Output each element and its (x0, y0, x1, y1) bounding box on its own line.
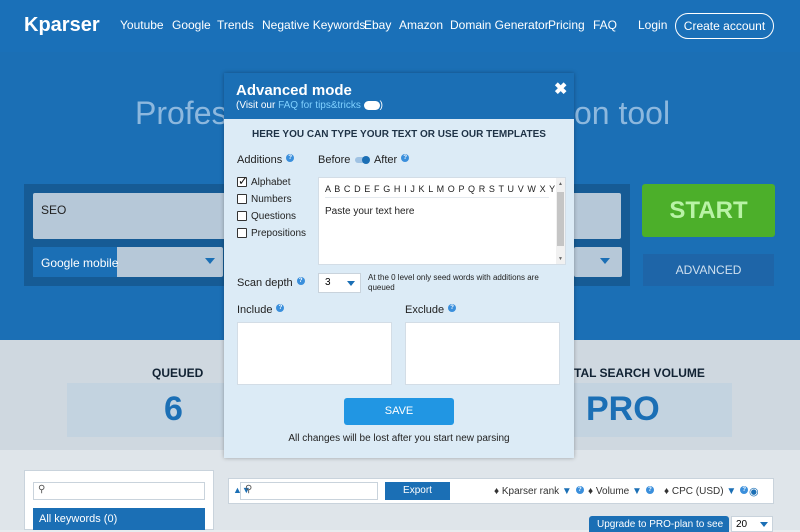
nav-youtube[interactable]: Youtube (120, 18, 164, 32)
before-after-toggle-row: Before After? (318, 154, 410, 166)
checkbox-questions[interactable] (237, 211, 247, 222)
help-icon: ? (645, 486, 654, 494)
eye-icon[interactable]: ◉ (749, 485, 759, 498)
all-keywords-item[interactable]: All keywords (0) (33, 508, 205, 530)
scan-depth-note: At the 0 level only seed words with addi… (368, 273, 539, 292)
queued-stat-box (67, 383, 227, 437)
help-icon: ? (740, 486, 749, 494)
option-numbers[interactable]: Numbers (237, 194, 292, 205)
template-textarea[interactable]: A B C D E F G H I J K L M O P Q R S T U … (318, 177, 566, 265)
scroll-up-icon[interactable]: ▲ (558, 181, 563, 187)
help-icon: ? (575, 486, 584, 494)
create-account-button[interactable]: Create account (675, 13, 774, 39)
checkbox-numbers[interactable] (237, 194, 247, 205)
help-icon[interactable]: ? (296, 277, 305, 285)
search-volume-value: PRO (586, 390, 660, 428)
nav-google[interactable]: Google (172, 18, 211, 32)
dialog-subtitle: (Visit our FAQ for tips&tricks ) (236, 100, 383, 111)
advanced-button[interactable]: ADVANCED (643, 254, 774, 286)
save-button[interactable]: SAVE (344, 398, 454, 425)
textarea-placeholder: Paste your text here (325, 206, 415, 217)
help-icon[interactable]: ? (286, 154, 295, 162)
scroll-down-icon[interactable]: ▼ (558, 256, 563, 262)
export-button[interactable]: Export (385, 482, 450, 500)
column-kparser-rank[interactable]: ♦ Kparser rank ▼? (494, 486, 584, 497)
dialog-title: Advanced mode (236, 82, 352, 99)
before-after-toggle[interactable] (355, 156, 371, 165)
scan-depth-label: Scan depth? (237, 277, 305, 289)
checkbox-prepositions[interactable] (237, 228, 247, 239)
kparser-logo[interactable]: Kparser (24, 14, 100, 37)
engine-select[interactable]: Google mobile (33, 247, 223, 277)
queued-value: 6 (164, 390, 183, 428)
chevron-down-icon (347, 281, 355, 286)
textarea-scrollbar[interactable]: ▲ ▼ (556, 178, 565, 264)
group-search-input[interactable]: ⚲ (33, 482, 205, 500)
exclude-label: Exclude? (405, 304, 457, 316)
start-button[interactable]: START (642, 184, 775, 237)
include-textarea[interactable] (237, 322, 392, 385)
dialog-footer-note: All changes will be lost after you start… (288, 433, 510, 444)
checkbox-alphabet[interactable] (237, 174, 248, 188)
chevron-down-icon (205, 258, 215, 264)
option-prepositions[interactable]: Prepositions (237, 228, 306, 239)
chevron-down-icon (600, 258, 610, 264)
option-questions[interactable]: Questions (237, 211, 296, 222)
sort-icon: ♦ (588, 486, 596, 497)
queued-label: QUEUED (152, 366, 204, 380)
help-icon[interactable]: ? (401, 154, 410, 162)
filter-icon: ▼ (559, 486, 572, 497)
nav-ebay[interactable]: Ebay (364, 18, 391, 32)
filter-icon: ▼ (629, 486, 642, 497)
nav-pricing[interactable]: Pricing (548, 18, 585, 32)
close-icon[interactable]: ✖ (554, 79, 567, 99)
include-label: Include? (237, 304, 285, 316)
chevron-down-icon (760, 522, 768, 527)
exclude-textarea[interactable] (405, 322, 560, 385)
search-icon: ⚲ (245, 484, 253, 495)
textarea-divider (325, 197, 549, 198)
chat-bubble-icon (363, 100, 380, 110)
scan-depth-select[interactable]: 3 (318, 273, 361, 293)
engine-select-value: Google mobile (33, 247, 118, 277)
alphabet-template: A B C D E F G H I J K L M O P Q R S T U … (325, 184, 565, 194)
additions-label: Additions? (237, 154, 295, 166)
column-cpc[interactable]: ♦ CPC (USD) ▼? (664, 486, 749, 497)
help-icon[interactable]: ? (448, 304, 457, 312)
results-search-input[interactable]: ⚲ (240, 482, 378, 500)
nav-faq[interactable]: FAQ (593, 18, 617, 32)
nav-negative-keywords[interactable]: Negative Keywords (262, 18, 365, 32)
hero-title-left: Profes (135, 95, 228, 131)
region-select[interactable] (574, 247, 622, 277)
nav-amazon[interactable]: Amazon (399, 18, 443, 32)
help-icon[interactable]: ? (276, 304, 285, 312)
nav-domain-generator[interactable]: Domain Generator (450, 18, 549, 32)
hero-title-right: on tool (574, 95, 671, 131)
column-volume[interactable]: ♦ Volume ▼? (588, 486, 654, 497)
search-volume-label: TAL SEARCH VOLUME (574, 366, 705, 380)
faq-link[interactable]: FAQ for tips&tricks (278, 100, 361, 111)
advanced-mode-dialog: Advanced mode (Visit our FAQ for tips&tr… (224, 73, 574, 458)
search-icon: ⚲ (38, 484, 46, 495)
dialog-heading: HERE YOU CAN TYPE YOUR TEXT OR USE OUR T… (252, 129, 546, 140)
sort-icon: ♦ (494, 486, 502, 497)
filter-icon: ▼ (723, 486, 737, 497)
login-link[interactable]: Login (638, 18, 667, 32)
nav-trends[interactable]: Trends (217, 18, 254, 32)
option-alphabet[interactable]: Alphabet (237, 174, 290, 188)
sort-icon: ♦ (664, 486, 672, 497)
dialog-header: Advanced mode (Visit our FAQ for tips&tr… (224, 73, 574, 119)
scrollbar-thumb[interactable] (557, 192, 564, 246)
